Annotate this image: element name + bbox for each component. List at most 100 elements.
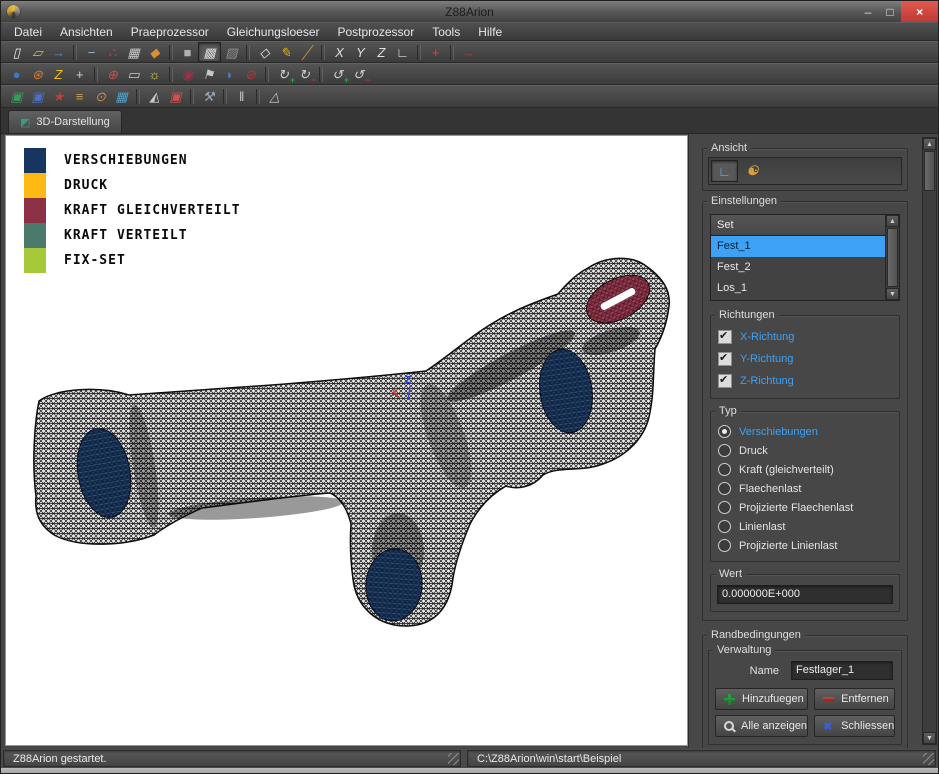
entfernen-button[interactable]: Entfernen xyxy=(814,688,895,710)
checkbox[interactable] xyxy=(718,352,732,366)
scroll-thumb[interactable] xyxy=(887,228,898,287)
menu-item[interactable]: Postprozessor xyxy=(328,24,423,40)
type-radio-row[interactable]: Kraft (gleichverteilt) xyxy=(718,460,892,479)
render-icon[interactable]: ◆ xyxy=(144,43,165,61)
resize-grip[interactable] xyxy=(923,753,934,765)
menu-item[interactable]: Gleichungsloeser xyxy=(218,24,329,40)
set-list-item[interactable]: Fest_1 xyxy=(711,236,886,257)
pan-icon[interactable]: + xyxy=(69,65,90,83)
scroll-thumb[interactable] xyxy=(924,151,935,191)
axes-view-button[interactable]: ∟ xyxy=(711,160,738,182)
close-button[interactable]: × xyxy=(901,1,938,22)
tool-icon[interactable]: ⚒ xyxy=(198,88,219,106)
view-x-icon[interactable]: X xyxy=(329,43,350,61)
view-iso-icon[interactable]: ∟ xyxy=(392,43,413,61)
palette-icon[interactable]: ▦ xyxy=(111,88,132,106)
support-icon[interactable]: △ xyxy=(264,88,285,106)
menu-item[interactable]: Datei xyxy=(5,24,51,40)
view-z-icon[interactable]: Z xyxy=(371,43,392,61)
import-icon[interactable]: → xyxy=(48,43,69,61)
name-input[interactable]: Festlager_1 xyxy=(791,661,893,680)
menu-item[interactable]: Praeprozessor xyxy=(122,24,218,40)
scroll-up-icon[interactable]: ▲ xyxy=(923,138,936,150)
checkbox[interactable] xyxy=(718,374,732,388)
new-file-icon[interactable]: ▯ xyxy=(6,43,27,61)
edit-icon[interactable]: ▭ xyxy=(123,65,144,83)
view-hidden-icon[interactable]: ▨ xyxy=(221,43,242,61)
color-legend-button[interactable]: ☯ xyxy=(740,161,765,181)
radio-button[interactable] xyxy=(718,520,731,533)
line-icon[interactable]: − xyxy=(81,43,102,61)
maximize-button[interactable]: □ xyxy=(879,1,901,22)
direction-checkbox-row[interactable]: Y-Richtung xyxy=(718,348,892,370)
clear-icon[interactable]: ╱ xyxy=(296,43,317,61)
set-list-item[interactable]: Los_1 xyxy=(711,278,886,299)
tetrahedron-icon[interactable]: ◭ xyxy=(144,88,165,106)
type-radio-row[interactable]: Projizierte Flaechenlast xyxy=(718,498,892,517)
menu-item[interactable]: Tools xyxy=(423,24,469,40)
alle-anzeigen-button[interactable]: Alle anzeigen xyxy=(715,715,808,737)
direction-checkbox-row[interactable]: Z-Richtung xyxy=(718,370,892,392)
light-icon[interactable]: ☼ xyxy=(144,65,165,83)
radio-button[interactable] xyxy=(718,463,731,476)
saturn-icon[interactable]: ⊙ xyxy=(90,88,111,106)
type-radio-row[interactable]: Druck xyxy=(718,441,892,460)
spiral-icon[interactable]: ◉ xyxy=(177,65,198,83)
annotate-icon[interactable]: ✎ xyxy=(275,43,296,61)
radio-button[interactable] xyxy=(718,501,731,514)
rotate-ccw-minus-icon[interactable]: ↺− xyxy=(348,65,369,83)
set-list-item[interactable]: Fest_2 xyxy=(711,257,886,278)
type-radio-row[interactable]: Verschiebungen xyxy=(718,422,892,441)
z-depth-icon[interactable]: Z xyxy=(48,65,69,83)
exit-icon[interactable]: → xyxy=(458,43,479,61)
checkbox[interactable] xyxy=(718,330,732,344)
menu-item[interactable]: Ansichten xyxy=(51,24,122,40)
minimize-button[interactable]: – xyxy=(857,1,879,22)
abacus-icon[interactable]: ≡ xyxy=(69,88,90,106)
radio-button[interactable] xyxy=(718,539,731,552)
scroll-down-icon[interactable]: ▼ xyxy=(886,288,899,300)
scroll-down-icon[interactable]: ▼ xyxy=(923,732,936,744)
type-radio-row[interactable]: Flaechenlast xyxy=(718,479,892,498)
view-wireframe-icon[interactable]: ◇ xyxy=(254,43,275,61)
save-stp-icon[interactable]: ▣ xyxy=(6,88,27,106)
resize-grip[interactable] xyxy=(448,753,459,765)
hinzufuegen-button[interactable]: Hinzufuegen xyxy=(715,688,808,710)
open-folder-icon[interactable]: ▱ xyxy=(27,43,48,61)
type-radio-row[interactable]: Linienlast xyxy=(718,517,892,536)
checkbox-label: Z-Richtung xyxy=(740,375,794,387)
bird-icon[interactable]: ★ xyxy=(48,88,69,106)
disable-icon[interactable]: ⊘ xyxy=(240,65,261,83)
calculator-icon[interactable]: ▦ xyxy=(123,43,144,61)
type-radio-row[interactable]: Projizierte Linienlast xyxy=(718,536,892,555)
radio-button[interactable] xyxy=(718,482,731,495)
view-solid-icon[interactable]: ■ xyxy=(177,43,198,61)
radio-button[interactable] xyxy=(718,444,731,457)
help-icon[interactable]: + xyxy=(425,43,446,61)
toolbar-glyph: ▯ xyxy=(13,46,20,59)
fill-icon[interactable]: ◗ xyxy=(219,65,240,83)
menu-item[interactable]: Hilfe xyxy=(469,24,511,40)
radio-button[interactable] xyxy=(718,425,731,438)
orbit-icon[interactable]: ⊛ xyxy=(27,65,48,83)
color-icon[interactable]: ⊕ xyxy=(102,65,123,83)
view-y-icon[interactable]: Y xyxy=(350,43,371,61)
direction-checkbox-row[interactable]: X-Richtung xyxy=(718,326,892,348)
rotate-cw-plus-icon[interactable]: ↻+ xyxy=(273,65,294,83)
picking-icon[interactable]: ▣ xyxy=(165,88,186,106)
viewport-3d[interactable]: VERSCHIEBUNGEN DRUCK KRAFT GLEICHVERTEIL… xyxy=(5,135,688,746)
sphere-icon[interactable]: ● xyxy=(6,65,27,83)
tab-3d-darstellung[interactable]: ◩ 3D-Darstellung xyxy=(8,110,122,133)
solver-icon[interactable]: ∴ xyxy=(102,43,123,61)
column-icon[interactable]: ‖ xyxy=(231,88,252,106)
view-mesh-icon[interactable]: ▩ xyxy=(198,42,221,62)
set-list-scrollbar[interactable]: ▲ ▼ xyxy=(885,215,899,300)
rotate-ccw-plus-icon[interactable]: ↺+ xyxy=(327,65,348,83)
flag-icon[interactable]: ⚑ xyxy=(198,65,219,83)
rotate-cw-minus-icon[interactable]: ↻− xyxy=(294,65,315,83)
scroll-up-icon[interactable]: ▲ xyxy=(886,215,899,227)
wert-input[interactable]: 0.000000E+000 xyxy=(717,585,893,604)
save-stl-icon[interactable]: ▣ xyxy=(27,88,48,106)
schliessen-button[interactable]: Schliessen xyxy=(814,715,895,737)
sidebar-scrollbar[interactable]: ▲ ▼ xyxy=(922,137,937,745)
